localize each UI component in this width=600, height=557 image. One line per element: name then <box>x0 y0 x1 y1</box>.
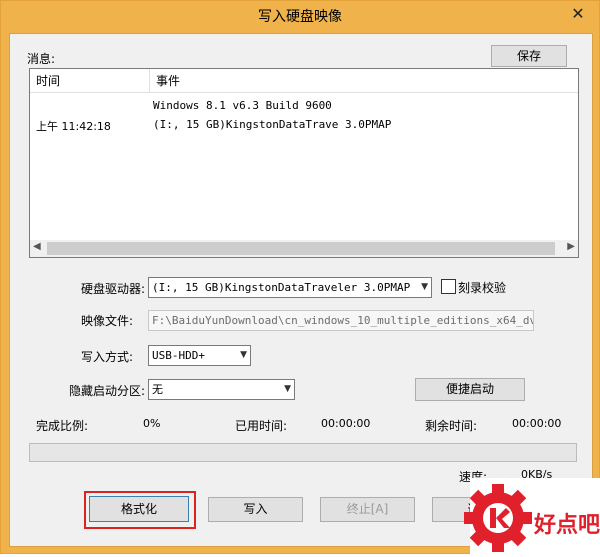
message-list[interactable]: 时间 事件 Windows 8.1 v6.3 Build 9600 上午 11:… <box>29 68 579 258</box>
write-mode-label: 写入方式: <box>81 350 134 364</box>
chevron-down-icon: ▼ <box>421 282 428 292</box>
logo-watermark: 好点吧 <box>456 478 600 554</box>
abort-button[interactable]: 终止[A] <box>320 497 415 522</box>
remaining-label: 剩余时间: <box>425 419 478 433</box>
column-header-event[interactable]: 事件 <box>150 69 578 93</box>
quick-boot-button[interactable]: 便捷启动 <box>415 378 525 401</box>
horizontal-scrollbar[interactable]: ◀ ▶ <box>30 240 578 257</box>
elapsed-label: 已用时间: <box>235 419 288 433</box>
column-header-time[interactable]: 时间 <box>30 69 150 93</box>
drive-select[interactable]: (I:, 15 GB)KingstonDataTraveler 3.0PMAP … <box>148 277 432 298</box>
chevron-down-icon: ▼ <box>284 384 291 394</box>
title-bar: 写入硬盘映像 ✕ <box>1 1 599 33</box>
image-file-field[interactable]: F:\BaiduYunDownload\cn_windows_10_multip… <box>148 310 534 331</box>
close-icon[interactable]: ✕ <box>563 3 593 25</box>
dialog-body: 消息: 保存 时间 事件 Windows 8.1 v6.3 Build 9600… <box>9 33 593 547</box>
ratio-value: 0% <box>143 417 161 430</box>
hidden-partition-label: 隐藏启动分区: <box>69 384 146 398</box>
write-button[interactable]: 写入 <box>208 497 303 522</box>
image-file-label: 映像文件: <box>81 314 134 328</box>
event-cell: (I:, 15 GB)KingstonDataTrave 3.0PMAP <box>153 118 392 131</box>
dialog-window: 写入硬盘映像 ✕ 消息: 保存 时间 事件 Windows 8.1 v6.3 B… <box>0 0 600 554</box>
logo-text: 好点吧 <box>534 513 600 538</box>
event-cell: Windows 8.1 v6.3 Build 9600 <box>153 99 332 112</box>
scrollbar-thumb[interactable] <box>47 242 555 255</box>
write-mode-select[interactable]: USB-HDD+ ▼ <box>148 345 251 366</box>
hidden-partition-select[interactable]: 无 ▼ <box>148 379 295 400</box>
window-title: 写入硬盘映像 <box>258 9 342 25</box>
highlight-box <box>84 491 196 529</box>
drive-label: 硬盘驱动器: <box>81 282 146 296</box>
progress-bar <box>29 443 577 462</box>
ratio-label: 完成比例: <box>36 419 89 433</box>
drive-value: (I:, 15 GB)KingstonDataTraveler 3.0PMAP <box>152 281 411 294</box>
scroll-left-icon[interactable]: ◀ <box>33 241 41 252</box>
time-cell: 上午 11:42:18 <box>36 120 111 133</box>
verify-checkbox[interactable] <box>441 279 456 294</box>
scroll-right-icon[interactable]: ▶ <box>567 241 575 252</box>
hidden-partition-value: 无 <box>152 383 163 396</box>
verify-label: 刻录校验 <box>458 281 507 295</box>
write-mode-value: USB-HDD+ <box>152 349 205 362</box>
elapsed-value: 00:00:00 <box>321 417 371 430</box>
save-button[interactable]: 保存 <box>491 45 567 67</box>
chevron-down-icon: ▼ <box>240 350 247 360</box>
remaining-value: 00:00:00 <box>512 417 562 430</box>
messages-label: 消息: <box>27 52 56 66</box>
